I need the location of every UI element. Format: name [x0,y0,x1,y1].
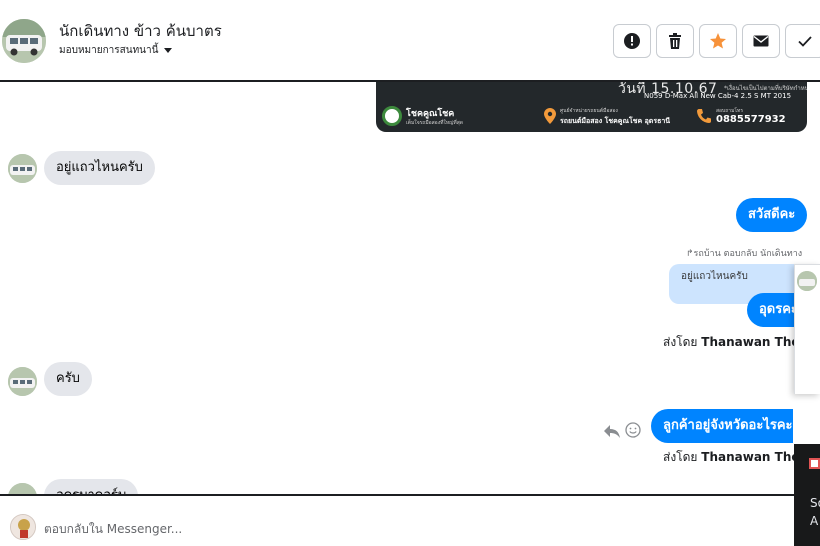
banner-model: N059 D-Max All New Cab-4 2.5 S MT 2015 [644,92,792,100]
notification-app-icon [809,458,820,469]
message-thread[interactable]: วันที่ 15.10.67 *เงื่อนไขเป็นไปตามที่บริ… [0,82,820,494]
brand-logo-icon [382,106,402,126]
reply-context-text: รถบ้าน ตอบกลับ นักเดินทาง [693,249,803,259]
sender-avatar [8,154,37,183]
reply-arrow-icon: ↱ [686,249,694,259]
caret-down-icon [164,48,173,53]
message-outgoing[interactable]: ลูกค้าอยู่จังหวัดอะไรคะ [651,409,793,443]
mark-unread-button[interactable] [742,24,780,58]
check-icon [798,36,812,47]
sender-avatar [8,483,37,494]
alert-icon [624,33,640,49]
message-outgoing[interactable]: สวัสดีคะ [736,198,808,232]
notification-panel[interactable]: So A [794,444,820,546]
message-incoming[interactable]: อุดรบาดอร์บ [44,479,139,494]
report-button[interactable] [613,24,651,58]
sender-avatar [8,367,37,396]
phone-number: 0885577932 [716,114,786,125]
sent-by-name: Thanawan Thon [701,450,809,464]
reply-input[interactable] [44,518,744,540]
address-text: รถยนต์มือสอง โชคคูณโชค อุดรธานี [560,117,671,125]
sent-by-label: ส่งโดย Thanawan Thon [663,333,808,352]
chat-head-panel[interactable] [794,264,820,394]
notification-text-1: So [810,496,820,510]
brand-name: โชคคูณโชค [406,109,455,119]
contact-name: นักเดินทาง ข้าว ค้นบาตร [59,22,222,40]
sent-by-name: Thanawan Thon [701,335,809,349]
shared-image-banner[interactable]: วันที่ 15.10.67 *เงื่อนไขเป็นไปตามที่บริ… [376,82,807,132]
sent-by-prefix: ส่งโดย [663,450,698,464]
location-pin-icon [544,108,556,124]
star-icon [710,33,726,49]
address-title: ศูนย์จำหน่ายรถยนต์มือสอง [560,108,618,114]
sent-by-prefix: ส่งโดย [663,335,698,349]
chat-head-avatar[interactable] [797,271,817,291]
reply-composer [0,494,794,546]
phone-icon [697,109,711,123]
notification-text-2: A [810,514,819,528]
contact-avatar[interactable] [2,19,46,63]
assign-label: มอบหมายการสนทนานี้ [59,45,159,56]
delete-button[interactable] [656,24,694,58]
reply-icon[interactable] [603,423,621,439]
star-button[interactable] [699,24,737,58]
trash-icon [669,33,681,49]
mark-done-button[interactable] [785,24,820,58]
sent-by-label: ส่งโดย Thanawan Thon [663,448,808,467]
conversation-header: นักเดินทาง ข้าว ค้นบาตร มอบหมายการสนทนาน… [0,0,820,82]
reply-context-label: ↱รถบ้าน ตอบกลับ นักเดินทาง [686,246,802,260]
brand-tagline: เต็มใจรถมือสองที่ใหญ่ที่สุด [406,120,464,126]
assign-conversation-dropdown[interactable]: มอบหมายการสนทนานี้ [59,43,173,58]
message-incoming[interactable]: ครับ [44,362,92,396]
message-outgoing[interactable]: อุดรคะ [747,293,798,327]
envelope-icon [753,35,769,47]
emoji-react-icon[interactable] [625,422,641,438]
message-incoming[interactable]: อยู่แถวไหนครับ [44,151,155,185]
brand-logo: โชคคูณโชค เต็มใจรถมือสองที่ใหญ่ที่สุด [382,104,474,128]
page-avatar [10,514,36,540]
